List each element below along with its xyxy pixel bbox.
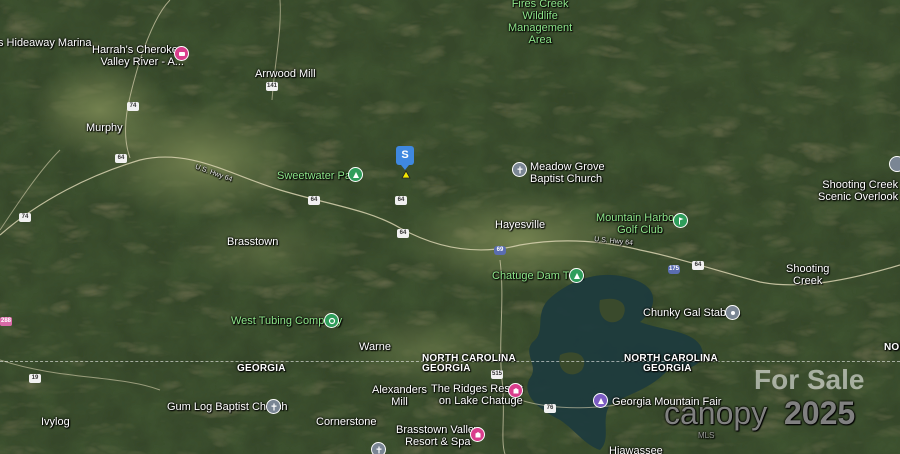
satellite-map[interactable]: Fires Creek Wildlife Management Area s H…: [0, 0, 900, 454]
north-carolina-label-edge: NOR: [884, 342, 900, 353]
brasstown-valley-line2: Resort & Spa: [405, 436, 471, 448]
fires-creek-line3: Management: [508, 22, 573, 34]
harrahs-label[interactable]: Harrah's Cherokee Valley River - A...: [92, 44, 184, 68]
fires-creek-line4: Area: [528, 34, 552, 46]
route-shield-19: 19: [29, 374, 41, 383]
meadow-grove-label[interactable]: Meadow Grove Baptist Church: [530, 161, 605, 185]
meadow-grove-line1: Meadow Grove: [530, 161, 605, 173]
alexanders-line2: Mill: [391, 396, 408, 408]
arrwood-mill-label[interactable]: Arrwood Mill: [255, 68, 316, 80]
fires-creek-line1: Fires Creek: [511, 0, 569, 10]
viewpoint-pin-icon[interactable]: [889, 156, 900, 172]
georgia-label-2: GEORGIA: [643, 363, 692, 374]
watermark-brand: canopy: [664, 395, 768, 431]
park-pin-icon[interactable]: [348, 167, 363, 182]
cornerstone-label[interactable]: Cornerstone: [316, 416, 377, 428]
harrahs-line2: Valley River - A...: [100, 56, 184, 68]
golf-pin-icon[interactable]: [673, 213, 688, 228]
route-shield-74b: 74: [19, 213, 31, 222]
shooting-creek-label[interactable]: Shooting Creek: [786, 263, 829, 287]
georgia-label-west: GEORGIA: [237, 363, 286, 374]
fires-creek-label[interactable]: Fires Creek Wildlife Management Area: [508, 0, 572, 46]
church-pin-icon[interactable]: [512, 162, 527, 177]
shooting-creek-line2: Creek: [793, 275, 823, 287]
route-shield-515: 515: [491, 370, 503, 379]
mountain-harbour-line1: Mountain Harbour: [596, 212, 685, 224]
georgia-label-1: GEORGIA: [422, 363, 471, 374]
route-shield-141: 141: [266, 82, 278, 91]
route-shield-76: 76: [544, 404, 556, 413]
route-shield-64-east: 64: [692, 261, 704, 270]
shooting-creek-line1: Shooting: [786, 263, 830, 275]
alexanders-mill-label[interactable]: Alexanders Mill: [372, 384, 427, 408]
warne-label[interactable]: Warne: [359, 341, 391, 353]
brasstown-valley-label[interactable]: Brasstown Valley Resort & Spa: [396, 424, 480, 448]
route-shield-64b: 64: [395, 196, 407, 205]
brasstown-valley-line1: Brasstown Valley: [396, 424, 480, 436]
ridges-line2: on Lake Chatuge: [438, 395, 523, 407]
hayesville-label[interactable]: Hayesville: [495, 219, 545, 231]
harrahs-line1: Harrah's Cherokee: [92, 44, 184, 56]
route-shield-64c: 64: [308, 196, 320, 205]
route-shield-64d-west: 64: [397, 229, 409, 238]
watermark-mls: MLS: [698, 431, 715, 440]
fires-creek-line2: Wildlife: [522, 10, 558, 22]
spa-pin-icon[interactable]: [470, 427, 485, 442]
property-marker[interactable]: S: [396, 146, 414, 170]
resort-pin-icon[interactable]: [508, 383, 523, 398]
hideaway-marina-label[interactable]: s Hideaway Marina: [0, 37, 92, 49]
overlook-line2: Scenic Overlook: [818, 191, 899, 203]
watermark-for-sale: For Sale: [754, 364, 865, 395]
casino-pin-icon[interactable]: [174, 46, 189, 61]
route-shield-175: 175: [668, 265, 680, 274]
murphy-label[interactable]: Murphy: [86, 122, 123, 134]
route-shield-74a: 74: [127, 102, 139, 111]
shooting-creek-overlook-label[interactable]: Shooting Creek Scenic Overlook: [818, 179, 898, 203]
church-pin-2-icon[interactable]: [266, 399, 281, 414]
trail-pin-icon[interactable]: [569, 268, 584, 283]
property-location-triangle-icon: [401, 170, 411, 179]
route-shield-288a: 288: [0, 317, 12, 326]
brasstown-label[interactable]: Brasstown: [227, 236, 278, 248]
hiawassee-label[interactable]: Hiawassee: [609, 445, 663, 454]
stables-pin-icon[interactable]: [725, 305, 740, 320]
route-shield-69: 69: [494, 246, 506, 255]
watermark-year: 2025: [784, 395, 856, 431]
alexanders-line1: Alexanders: [372, 384, 428, 396]
church-pin-3-icon[interactable]: [371, 442, 386, 454]
fair-pin-icon[interactable]: [593, 393, 608, 408]
mountain-harbour-label[interactable]: Mountain Harbour Golf Club: [596, 212, 684, 236]
tubing-pin-icon[interactable]: [324, 313, 339, 328]
route-shield-64a: 64: [115, 154, 127, 163]
meadow-grove-line2: Baptist Church: [530, 173, 603, 185]
overlook-line1: Shooting Creek: [822, 179, 899, 191]
ivylog-label[interactable]: Ivylog: [41, 416, 70, 428]
mountain-harbour-line2: Golf Club: [617, 224, 663, 236]
